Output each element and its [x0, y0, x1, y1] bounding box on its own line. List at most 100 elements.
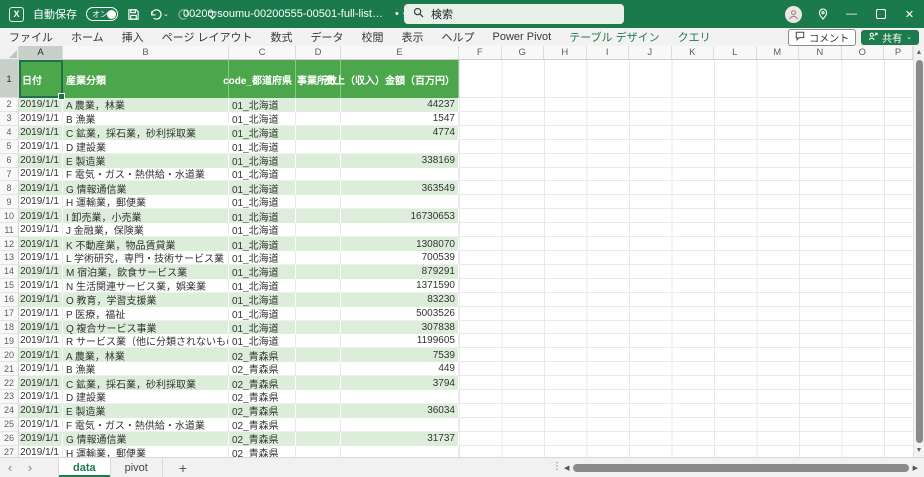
cell[interactable]: 02_青森県: [229, 431, 296, 446]
cell[interactable]: Q 複合サービス事業: [63, 320, 229, 335]
scroll-left-icon[interactable]: ◀: [564, 465, 569, 472]
cell[interactable]: 01_北海道: [229, 223, 296, 238]
cell[interactable]: 2019/1/1: [19, 278, 63, 293]
cell[interactable]: [296, 390, 341, 404]
empty-cells[interactable]: [459, 362, 913, 377]
cell[interactable]: 2019/1/1: [19, 320, 63, 335]
ribbon-tab-ヘルプ[interactable]: ヘルプ: [433, 28, 484, 46]
cell[interactable]: [296, 264, 341, 279]
cell[interactable]: D 建設業: [63, 390, 229, 404]
row-header-15[interactable]: 15: [0, 278, 19, 293]
sheet-nav-right-icon[interactable]: ›: [20, 461, 40, 474]
column-header-J[interactable]: J: [629, 46, 672, 59]
cell[interactable]: 01_北海道: [229, 237, 296, 251]
cell[interactable]: 31737: [341, 431, 459, 446]
ribbon-tab-挿入[interactable]: 挿入: [113, 28, 153, 46]
row-header-10[interactable]: 10: [0, 209, 19, 224]
column-header-L[interactable]: L: [714, 46, 757, 59]
cell[interactable]: 2019/1/1: [19, 431, 63, 446]
column-header-O[interactable]: O: [842, 46, 884, 59]
row-header-27[interactable]: 27: [0, 445, 19, 457]
cell[interactable]: [296, 334, 341, 349]
empty-cells[interactable]: [459, 60, 913, 98]
cell[interactable]: 2019/1/1: [19, 334, 63, 349]
row-header-11[interactable]: 11: [0, 223, 19, 238]
cell[interactable]: [341, 195, 459, 210]
cell[interactable]: E 製造業: [63, 153, 229, 168]
add-sheet-button[interactable]: +: [179, 460, 187, 476]
cell[interactable]: 2019/1/1: [19, 237, 63, 251]
cell[interactable]: 2019/1/1: [19, 264, 63, 279]
row-header-23[interactable]: 23: [0, 390, 19, 404]
empty-cells[interactable]: [459, 403, 913, 418]
cell[interactable]: [341, 445, 459, 457]
cell[interactable]: H 運輸業，郵便業: [63, 445, 229, 457]
share-button[interactable]: 共有 ⌄: [861, 29, 919, 45]
cell[interactable]: 01_北海道: [229, 98, 296, 112]
row-header-26[interactable]: 26: [0, 431, 19, 446]
empty-cells[interactable]: [459, 167, 913, 182]
cell[interactable]: 879291: [341, 264, 459, 279]
cell[interactable]: 02_青森県: [229, 403, 296, 418]
horizontal-scroll-thumb[interactable]: [573, 464, 909, 472]
cell[interactable]: [296, 320, 341, 335]
row-header-24[interactable]: 24: [0, 403, 19, 418]
cell[interactable]: [296, 237, 341, 251]
cell[interactable]: J 金融業，保険業: [63, 223, 229, 238]
cell[interactable]: [296, 153, 341, 168]
cell[interactable]: [296, 250, 341, 265]
cell[interactable]: 2019/1/1: [19, 209, 63, 224]
row-header-13[interactable]: 13: [0, 250, 19, 265]
undo-icon[interactable]: ⌄: [149, 8, 169, 20]
select-all-corner[interactable]: [0, 46, 19, 59]
cell[interactable]: G 情報通信業: [63, 431, 229, 446]
cell[interactable]: 2019/1/1: [19, 417, 63, 432]
cell[interactable]: 01_北海道: [229, 264, 296, 279]
cell[interactable]: 01_北海道: [229, 125, 296, 140]
cell[interactable]: C 鉱業，採石業，砂利採取業: [63, 376, 229, 391]
cell[interactable]: 2019/1/1: [19, 167, 63, 182]
cell[interactable]: 2019/1/1: [19, 348, 63, 363]
empty-cells[interactable]: [459, 334, 913, 349]
cell[interactable]: B 漁業: [63, 362, 229, 377]
row-header-8[interactable]: 8: [0, 181, 19, 196]
cell[interactable]: 2019/1/1: [19, 125, 63, 140]
scroll-right-icon[interactable]: ▶: [913, 465, 918, 472]
cell[interactable]: I 卸売業，小売業: [63, 209, 229, 224]
empty-cells[interactable]: [459, 348, 913, 363]
cell[interactable]: A 農業，林業: [63, 98, 229, 112]
empty-cells[interactable]: [459, 139, 913, 154]
ribbon-tab-ページ-レイアウト[interactable]: ページ レイアウト: [153, 28, 262, 46]
row-header-5[interactable]: 5: [0, 139, 19, 154]
autosave-toggle[interactable]: オン: [86, 7, 118, 21]
minimize-button[interactable]: —: [837, 0, 866, 28]
tab-splitter-handle[interactable]: ⋮: [552, 461, 562, 472]
cell[interactable]: 1308070: [341, 237, 459, 251]
cell[interactable]: 2019/1/1: [19, 111, 63, 126]
row-header-4[interactable]: 4: [0, 125, 19, 140]
cell[interactable]: 2019/1/1: [19, 403, 63, 418]
vertical-scrollbar[interactable]: ▲ ▼: [913, 46, 924, 457]
scroll-down-icon[interactable]: ▼: [916, 444, 923, 457]
ribbon-tab-テーブル-デザイン[interactable]: テーブル デザイン: [560, 28, 668, 46]
cell[interactable]: 36034: [341, 403, 459, 418]
save-icon[interactable]: [127, 8, 140, 21]
cell[interactable]: 7539: [341, 348, 459, 363]
cell[interactable]: [296, 431, 341, 446]
ribbon-tab-表示[interactable]: 表示: [393, 28, 433, 46]
cell[interactable]: K 不動産業，物品賃貸業: [63, 237, 229, 251]
cell[interactable]: 01_北海道: [229, 306, 296, 321]
cell[interactable]: [296, 445, 341, 457]
empty-cells[interactable]: [459, 264, 913, 279]
sheet-tab-data[interactable]: data: [58, 458, 111, 477]
cell[interactable]: 363549: [341, 181, 459, 196]
row-header-22[interactable]: 22: [0, 376, 19, 391]
empty-cells[interactable]: [459, 98, 913, 112]
empty-cells[interactable]: [459, 292, 913, 307]
cell[interactable]: [296, 139, 341, 154]
ribbon-tab-数式[interactable]: 数式: [262, 28, 302, 46]
cell[interactable]: 01_北海道: [229, 111, 296, 126]
cell[interactable]: [296, 362, 341, 377]
cell[interactable]: D 建設業: [63, 139, 229, 154]
cell[interactable]: [341, 167, 459, 182]
